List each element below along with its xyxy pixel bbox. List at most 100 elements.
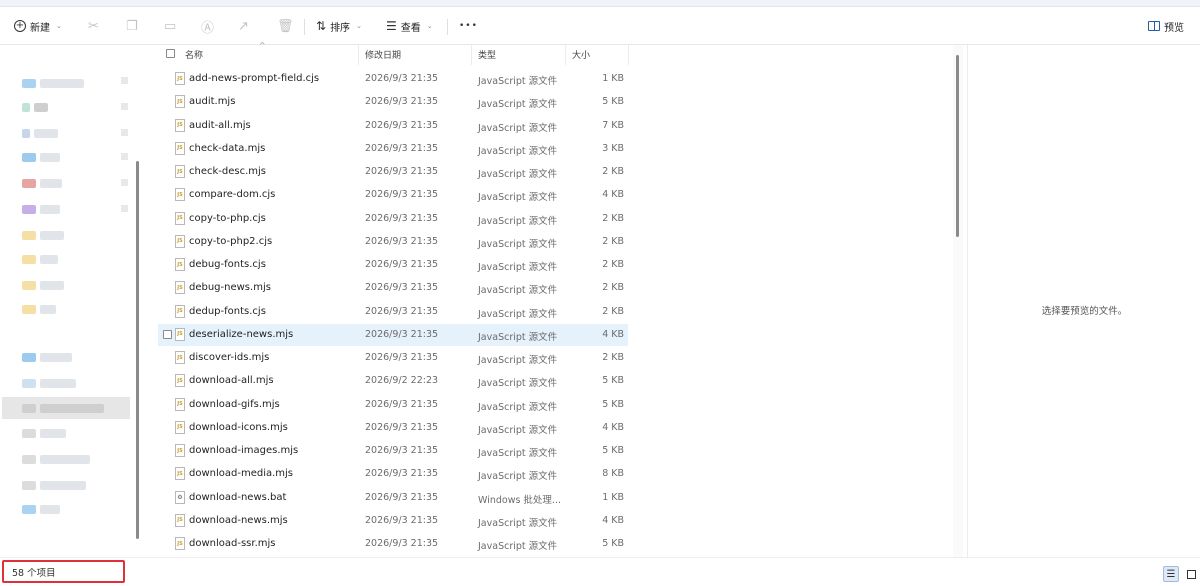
file-row[interactable]: JS compare-dom.cjs 2026/9/3 21:35 JavaScrip…: [158, 184, 628, 206]
file-size: 2 KB: [602, 352, 624, 363]
folder-icon: [22, 254, 36, 264]
file-row[interactable]: JS download-news.mjs 2026/9/3 21:35 JavaScr…: [158, 510, 628, 532]
column-header-name[interactable]: 名称: [185, 48, 203, 61]
nav-item-label: [40, 378, 76, 388]
nav-item[interactable]: [22, 351, 72, 363]
share-button[interactable]: ↗: [238, 7, 249, 45]
file-name: audit.mjs: [189, 96, 236, 108]
nav-item[interactable]: [22, 427, 66, 439]
file-row[interactable]: JS deserialize-news.mjs 2026/9/3 21:35 Java…: [158, 323, 628, 346]
file-row[interactable]: JS add-news-prompt-field.cjs 2026/9/3 21:3…: [158, 68, 628, 90]
file-row[interactable]: JS audit-all.mjs 2026/9/3 21:35 JavaScript …: [158, 115, 628, 137]
file-row[interactable]: JS download-gifs.mjs 2026/9/3 21:35 JavaScr…: [158, 394, 628, 416]
select-all-checkbox[interactable]: [166, 49, 175, 58]
file-type: JavaScript 源文件: [478, 401, 558, 413]
file-row[interactable]: JS audit.mjs 2026/9/3 21:35 JavaScript 源文件 5…: [158, 91, 628, 113]
nav-item[interactable]: [22, 402, 104, 414]
file-date: 2026/9/3 21:35: [365, 142, 439, 154]
list-scrollbar-thumb[interactable]: [956, 55, 959, 237]
view-menu-button[interactable]: ☰ 查看 ⌄: [386, 7, 433, 45]
plus-circle-icon: +: [14, 20, 26, 32]
folder-icon: [22, 78, 36, 88]
nav-item[interactable]: [22, 101, 48, 113]
column-divider[interactable]: [565, 45, 566, 65]
column-header-date[interactable]: 修改日期: [365, 48, 401, 61]
js-file-icon: JS: [175, 374, 185, 388]
nav-item[interactable]: [22, 453, 90, 465]
preview-pane-button[interactable]: 预览: [1148, 7, 1184, 45]
pin-icon[interactable]: [121, 129, 128, 136]
file-row[interactable]: JS discover-ids.mjs 2026/9/3 21:35 JavaScri…: [158, 347, 628, 369]
file-row[interactable]: JS copy-to-php2.cjs 2026/9/3 21:35 JavaScri…: [158, 231, 628, 253]
file-row[interactable]: JS debug-news.mjs 2026/9/3 21:35 JavaScript…: [158, 277, 628, 299]
sort-button[interactable]: ⇅ 排序 ⌄: [316, 7, 362, 45]
pin-icon[interactable]: [121, 153, 128, 160]
scissors-icon: ✂: [88, 18, 99, 34]
file-size: 2 KB: [602, 166, 624, 177]
file-type: JavaScript 源文件: [478, 76, 558, 87]
column-divider[interactable]: [358, 45, 359, 65]
delete-button[interactable]: 🗑: [277, 7, 294, 45]
js-file-icon: JS: [175, 118, 185, 132]
view-button-label: 查看: [400, 22, 421, 34]
nav-item[interactable]: [22, 253, 58, 265]
pin-icon[interactable]: [121, 179, 128, 186]
file-name: copy-to-php.cjs: [189, 212, 266, 224]
nav-item[interactable]: [22, 77, 84, 89]
file-type: JavaScript 源文件: [478, 355, 558, 366]
pin-icon[interactable]: [121, 103, 128, 110]
nav-item[interactable]: [22, 503, 60, 515]
file-row[interactable]: ⚙ download-news.bat 2026/9/3 21:35 Windows …: [158, 487, 628, 509]
nav-scrollbar[interactable]: [136, 161, 139, 539]
file-row[interactable]: JS download-images.mjs 2026/9/3 21:35 JavaS…: [158, 440, 628, 462]
file-date: 2026/9/3 21:35: [365, 119, 439, 131]
clipboard-icon: ▭: [164, 18, 177, 34]
item-count-status: 58 个项目: [2, 560, 125, 583]
file-row[interactable]: JS dedup-fonts.cjs 2026/9/3 21:35 JavaScrip…: [158, 301, 628, 323]
file-size: 5 KB: [602, 375, 624, 387]
file-row[interactable]: JS download-ssr.mjs 2026/9/3 21:35 JavaScri…: [158, 533, 628, 555]
copy-button[interactable]: ❐: [126, 7, 138, 45]
file-type: JavaScript 源文件: [478, 99, 558, 111]
column-header-type[interactable]: 类型: [478, 48, 496, 61]
folder-icon: [22, 178, 36, 188]
folder-icon: [22, 128, 30, 138]
large-icons-view-button[interactable]: [1183, 566, 1199, 582]
new-button[interactable]: + 新建 ⌄: [14, 7, 62, 45]
file-row[interactable]: JS copy-to-php.cjs 2026/9/3 21:35 JavaScrip…: [158, 208, 628, 230]
file-row[interactable]: JS debug-fonts.cjs 2026/9/3 21:35 JavaScrip…: [158, 254, 628, 276]
row-checkbox[interactable]: [163, 329, 172, 339]
paste-button[interactable]: ▭: [164, 7, 176, 45]
nav-item[interactable]: [22, 203, 60, 215]
cut-button[interactable]: ✂: [88, 7, 99, 45]
nav-item[interactable]: [22, 479, 86, 491]
rename-button[interactable]: Ⓐ: [201, 7, 214, 45]
file-row[interactable]: JS download-icons.mjs 2026/9/3 21:35 JavaSc…: [158, 417, 628, 439]
file-row[interactable]: JS download-media.mjs 2026/9/3 21:35 JavaSc…: [158, 463, 628, 485]
file-name: debug-fonts.cjs: [189, 259, 266, 270]
file-row[interactable]: JS check-desc.mjs 2026/9/3 21:35 JavaScript…: [158, 161, 628, 183]
nav-item[interactable]: [22, 151, 60, 163]
file-date: 2026/9/3 21:35: [365, 398, 439, 410]
file-type: JavaScript 源文件: [478, 285, 558, 297]
window-top-strip: [0, 0, 1200, 7]
file-row[interactable]: JS check-data.mjs 2026/9/3 21:35 JavaScript…: [158, 138, 628, 160]
rename-icon: Ⓐ: [201, 20, 215, 36]
nav-item[interactable]: [22, 177, 62, 189]
pin-icon[interactable]: [121, 77, 128, 84]
more-options-button[interactable]: •••: [459, 7, 478, 45]
pin-icon[interactable]: [121, 205, 128, 212]
column-divider[interactable]: [628, 45, 629, 65]
nav-item[interactable]: [22, 229, 64, 241]
nav-item[interactable]: [22, 279, 64, 291]
column-divider[interactable]: [471, 45, 472, 65]
more-dots-icon: •••: [459, 21, 478, 31]
nav-item[interactable]: [22, 377, 76, 389]
file-row[interactable]: JS download-all.mjs 2026/9/2 22:23 JavaScri…: [158, 370, 628, 392]
column-header-size[interactable]: 大小: [572, 48, 590, 61]
details-view-button[interactable]: ☰: [1163, 566, 1179, 582]
nav-item[interactable]: [22, 303, 56, 315]
file-date: 2026/9/3 21:35: [365, 212, 439, 224]
nav-item[interactable]: [22, 127, 58, 139]
file-name: download-images.mjs: [189, 445, 299, 456]
